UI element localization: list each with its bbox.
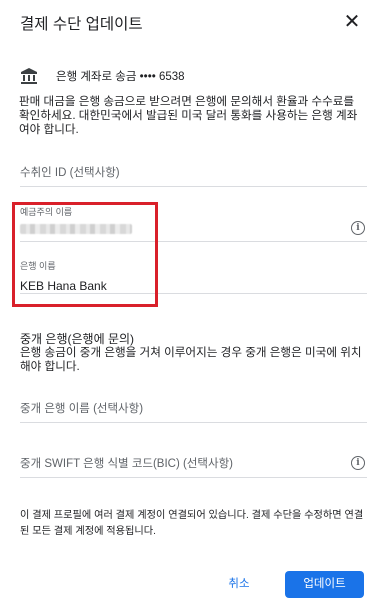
intermediary-bank-description: 은행 송금이 중개 은행을 거쳐 이루어지는 경우 중개 은행은 미국에 위치해…	[20, 346, 362, 373]
payment-method-label: 은행 계좌로 송금 •••• 6538	[56, 71, 185, 83]
linked-accounts-notice: 이 결제 프로필에 여러 결제 계정이 연결되어 있습니다. 결제 수단을 수정…	[20, 510, 364, 537]
intermediary-bank-name-field[interactable]: 중개 은행 이름 (선택사항)	[20, 400, 367, 423]
cancel-button[interactable]: 취소	[218, 572, 260, 596]
bank-transfer-description: 판매 대금을 은행 송금으로 받으려면 은행에 문의해서 환율과 수수료를 확인…	[19, 95, 358, 136]
close-icon[interactable]: ✕	[341, 11, 363, 33]
bank-icon	[21, 68, 37, 84]
recipient-id-field[interactable]: 수취인 ID (선택사항)	[20, 164, 367, 187]
intermediary-swift-field[interactable]: 중개 SWIFT 은행 식별 코드(BIC) (선택사항) i	[20, 455, 367, 478]
payment-method-row: 은행 계좌로 송금 •••• 6538	[20, 66, 185, 86]
info-icon[interactable]: i	[351, 221, 365, 235]
intermediary-bank-name-placeholder: 중개 은행 이름 (선택사항)	[20, 403, 144, 415]
update-button[interactable]: 업데이트	[285, 571, 364, 598]
info-icon[interactable]: i	[351, 456, 365, 470]
intermediary-swift-placeholder: 중개 SWIFT 은행 식별 코드(BIC) (선택사항)	[20, 458, 233, 470]
dialog-title: 결제 수단 업데이트	[20, 16, 143, 33]
intermediary-bank-title: 중개 은행(은행에 문의)	[20, 332, 135, 346]
update-payment-method-dialog: 결제 수단 업데이트 ✕ 은행 계좌로 송금 •••• 6538 판매 대금을 …	[0, 0, 381, 616]
recipient-id-placeholder: 수취인 ID (선택사항)	[20, 167, 120, 179]
dialog-header: 결제 수단 업데이트 ✕	[20, 8, 365, 36]
highlight-annotation-box	[12, 202, 158, 307]
